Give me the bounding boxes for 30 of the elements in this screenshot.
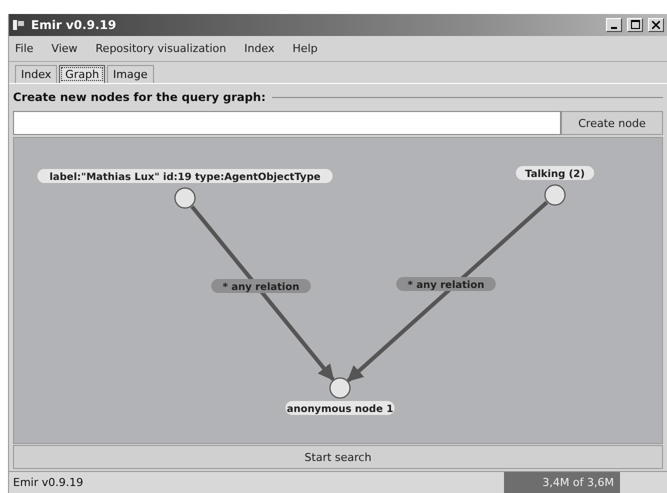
tab[interactable]: Image bbox=[107, 65, 154, 84]
edge-label[interactable]: * any relation bbox=[396, 277, 496, 292]
close-icon bbox=[652, 20, 660, 29]
maximize-icon bbox=[630, 20, 640, 30]
app-icon bbox=[12, 18, 26, 31]
tab[interactable]: Graph bbox=[59, 65, 106, 84]
node-label: label:"Mathias Lux" id:19 type:AgentObjectType bbox=[37, 169, 333, 184]
menu-item[interactable]: Repository visualization bbox=[96, 42, 226, 55]
minimize-button[interactable] bbox=[606, 18, 622, 32]
graph-node[interactable] bbox=[174, 188, 196, 210]
minimize-icon bbox=[611, 26, 617, 29]
close-button[interactable] bbox=[648, 18, 664, 32]
start-search-button[interactable]: Start search bbox=[13, 445, 663, 470]
graph-node[interactable] bbox=[329, 378, 351, 400]
graph-node[interactable] bbox=[544, 184, 566, 206]
section-title: Create new nodes for the query graph: bbox=[13, 90, 266, 104]
create-node-button[interactable]: Create node bbox=[561, 111, 663, 136]
edge-label[interactable]: * any relation bbox=[211, 279, 311, 294]
menu-item[interactable]: View bbox=[51, 42, 78, 55]
node-label: anonymous node 1 bbox=[285, 401, 395, 416]
window-title: Emir v0.9.19 bbox=[31, 18, 118, 32]
menu-item[interactable]: File bbox=[15, 42, 34, 55]
tab[interactable]: Index bbox=[15, 65, 58, 84]
menu-item[interactable]: Help bbox=[292, 42, 318, 55]
menu-item[interactable]: Index bbox=[244, 42, 275, 55]
maximize-button[interactable] bbox=[627, 18, 643, 32]
node-label: Talking (2) bbox=[516, 166, 594, 180]
node-input-field[interactable] bbox=[13, 111, 561, 136]
status-text: Emir v0.9.19 bbox=[12, 476, 84, 490]
memory-indicator: 3,4M of 3,6M bbox=[504, 472, 620, 493]
